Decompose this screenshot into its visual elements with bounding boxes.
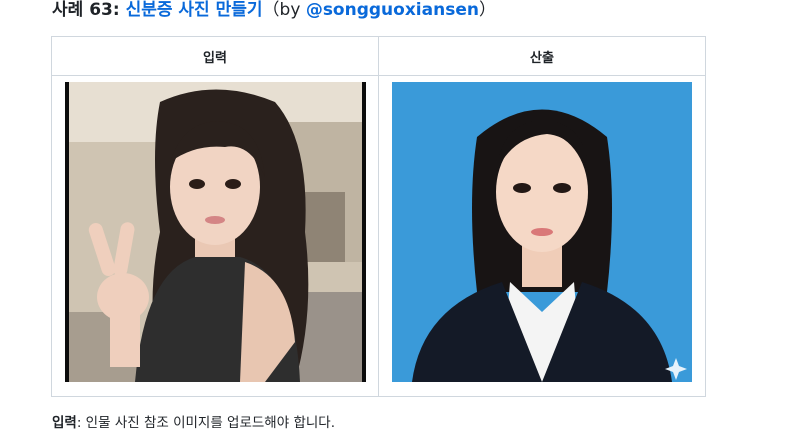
- comparison-table: 입력 산출: [51, 36, 706, 397]
- output-cell: [378, 75, 706, 397]
- output-id-photo-image: [392, 82, 692, 382]
- heading-prefix: 사례 63:: [52, 0, 126, 20]
- input-selfie-image: [65, 82, 366, 382]
- author-link[interactable]: @songguoxiansen: [306, 0, 479, 20]
- heading-paren-close: ）: [478, 0, 496, 20]
- heading-paren-open: （by: [262, 0, 306, 20]
- note-label: 입력: [52, 415, 77, 431]
- title-link[interactable]: 신분증 사진 만들기: [126, 0, 263, 20]
- input-note: 입력: 인물 사진 참조 이미지를 업로드해야 합니다.: [52, 413, 335, 433]
- output-column-header: 산출: [378, 36, 706, 76]
- input-cell: [51, 75, 379, 397]
- section-heading: 사례 63: 신분증 사진 만들기（by @songguoxiansen）: [52, 0, 496, 24]
- input-column-header: 입력: [51, 36, 379, 76]
- note-text: : 인물 사진 참조 이미지를 업로드해야 합니다.: [76, 415, 335, 431]
